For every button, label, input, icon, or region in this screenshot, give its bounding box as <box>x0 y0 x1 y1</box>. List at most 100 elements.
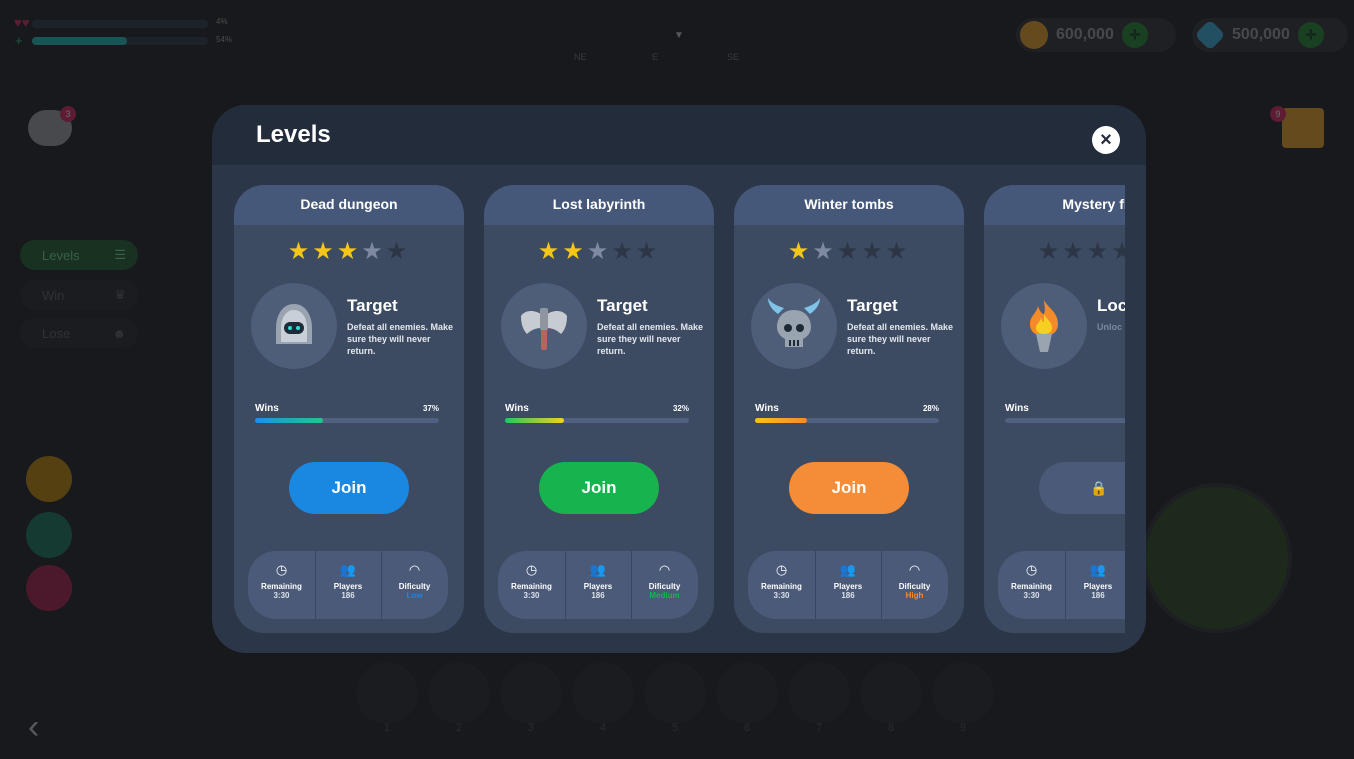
star-filled-icon: ★ <box>312 238 337 265</box>
stat-divider <box>315 551 316 619</box>
players-icon: 👥 <box>1089 562 1107 577</box>
crown-icon: ♛ <box>114 287 126 302</box>
slot-number: 7 <box>815 722 823 734</box>
stat-value: Low <box>406 591 423 600</box>
card-title: Mystery fla <box>984 185 1125 225</box>
clock-icon: ◷ <box>275 562 288 577</box>
inventory-slot-4[interactable] <box>572 662 634 724</box>
slot-number: 4 <box>599 722 607 734</box>
level-avatar <box>501 283 587 369</box>
wins-progress-fill <box>255 418 324 423</box>
stat-value: 3:30 <box>1023 591 1040 600</box>
target-title: Target <box>347 296 398 315</box>
gauge-icon: ◠ <box>408 562 421 577</box>
stat-divider <box>565 551 566 619</box>
gem-counter: 500,000 + <box>1192 18 1348 52</box>
stat-players: 👥 Players 186 <box>1065 551 1125 619</box>
skull-icon: ☻ <box>112 325 126 341</box>
side-menu-levels-label: Levels <box>42 247 80 263</box>
stat-divider <box>881 551 882 619</box>
stat-value: Medium <box>649 591 680 600</box>
clock-icon: ◷ <box>775 562 788 577</box>
stat-divider <box>1065 551 1066 619</box>
inventory-slot-7[interactable] <box>788 662 850 724</box>
compass-pointer-icon: ▼ <box>674 30 684 41</box>
wins-label: Wins <box>505 403 529 414</box>
join-button[interactable]: Join <box>789 462 909 514</box>
stat-label: Remaining <box>1011 582 1052 591</box>
stat-divider <box>815 551 816 619</box>
clock-icon: ◷ <box>1025 562 1038 577</box>
wins-progress-bar <box>505 418 689 423</box>
minimap[interactable] <box>1142 483 1292 633</box>
join-button[interactable]: Join <box>289 462 409 514</box>
compass-e: E <box>652 52 659 62</box>
slot-number: 9 <box>959 722 967 734</box>
stat-value: 3:30 <box>523 591 540 600</box>
add-gems-button[interactable]: + <box>1297 22 1324 48</box>
stat-remaining: ◷ Remaining 3:30 <box>748 551 815 619</box>
inventory-slot-9[interactable] <box>932 662 994 724</box>
shop-cart-button[interactable] <box>26 565 72 611</box>
inventory-slot-2[interactable] <box>428 662 490 724</box>
star-filled-icon: ★ <box>287 238 313 265</box>
modal-header <box>212 105 1146 165</box>
add-coins-button[interactable]: + <box>1121 22 1148 48</box>
players-icon: 👥 <box>339 562 357 577</box>
inventory-slot-3[interactable] <box>500 662 562 724</box>
wins-progress-fill <box>755 418 807 423</box>
gauge-icon: ◠ <box>658 562 671 577</box>
stat-difficulty: ◠ Dificulty High <box>881 551 948 619</box>
stat-value: High <box>905 591 924 600</box>
wins-progress-bar <box>1005 418 1125 423</box>
gauge-icon: ◠ <box>908 562 921 577</box>
heart-icon: ♥♥ <box>14 15 30 30</box>
chat-badge: 3 <box>60 106 76 122</box>
close-button[interactable]: × <box>1092 126 1120 154</box>
target-title: Target <box>597 296 648 315</box>
trophy-button[interactable] <box>26 456 72 502</box>
star-empty-icon: ★ <box>611 238 636 265</box>
star-empty-icon: ★ <box>812 238 837 265</box>
side-menu-levels[interactable]: Levels ☰ <box>20 240 138 270</box>
join-button[interactable]: Join <box>539 462 659 514</box>
game-screen: { "hud": { "health_pct_label": "4%", "sh… <box>0 0 1354 759</box>
stat-label: Remaining <box>761 582 802 591</box>
players-icon: 👥 <box>589 562 607 577</box>
wins-progress-bar <box>755 418 939 423</box>
wins-progress-bar <box>255 418 439 423</box>
coin-icon <box>1020 21 1048 49</box>
inventory-slot-8[interactable] <box>860 662 922 724</box>
stat-value: 186 <box>841 591 855 600</box>
side-menu-win[interactable]: Win ♛ <box>20 280 138 310</box>
stat-difficulty: ◠ Dificulty Low <box>381 551 448 619</box>
wins-label: Wins <box>255 403 279 414</box>
gem-icon <box>1194 19 1226 51</box>
inventory-slot-6[interactable] <box>716 662 778 724</box>
stat-label: Dificulty <box>398 582 431 591</box>
list-icon: ☰ <box>114 247 126 262</box>
shield-plus-icon: + <box>15 33 23 48</box>
stat-players: 👥 Players 186 <box>815 551 881 619</box>
stat-label: Remaining <box>511 582 552 591</box>
wins-percentage: 37% <box>422 404 439 413</box>
stats-button[interactable] <box>26 512 72 558</box>
map-scroll-icon[interactable] <box>1282 108 1324 148</box>
stat-value: 186 <box>1091 591 1105 600</box>
card-title: Winter tombs <box>734 185 964 225</box>
stat-label: Players <box>1083 582 1113 591</box>
inventory-slot-1[interactable] <box>356 662 418 724</box>
target-description: Defeat all enemies. Make sure they will … <box>347 322 454 356</box>
levels-modal: Levels × Dead dungeon ★★★★★ Target Defeat a… <box>212 105 1146 653</box>
back-arrow-icon[interactable]: ‹ <box>28 708 39 747</box>
stat-remaining: ◷ Remaining 3:30 <box>248 551 315 619</box>
side-menu-lose[interactable]: Lose ☻ <box>20 318 138 348</box>
star-empty-icon: ★ <box>361 238 386 265</box>
level-avatar <box>251 283 337 369</box>
coin-value: 600,000 <box>1056 26 1114 43</box>
inventory-slot-5[interactable] <box>644 662 706 724</box>
level-cards-carousel[interactable]: Dead dungeon ★★★★★ Target Defeat all enemie… <box>234 185 1125 653</box>
stat-label: Players <box>833 582 863 591</box>
compass-ne: NE <box>574 52 587 62</box>
side-menu-lose-label: Lose <box>42 325 71 341</box>
